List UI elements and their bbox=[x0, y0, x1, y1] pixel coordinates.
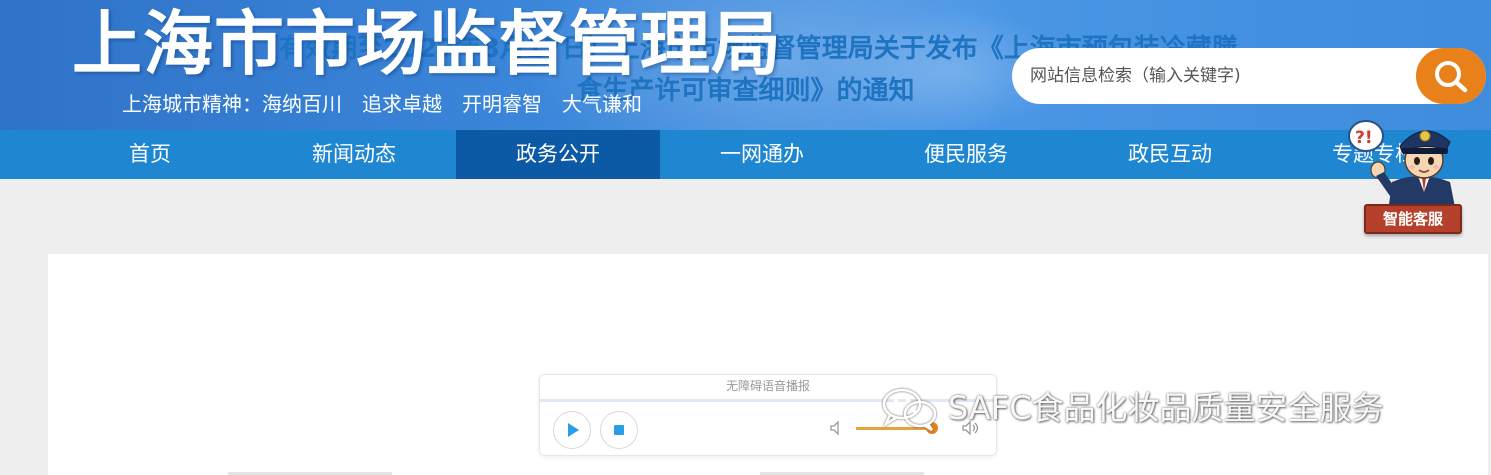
stop-button[interactable] bbox=[600, 411, 638, 449]
stop-icon bbox=[614, 425, 624, 435]
search-box bbox=[1012, 48, 1486, 104]
svg-text:?!: ?! bbox=[1355, 128, 1373, 148]
nav-item-government-affairs[interactable]: 政务公开 bbox=[456, 130, 660, 179]
nav-item-interaction[interactable]: 政民互动 bbox=[1068, 130, 1272, 179]
watermark-text: SAFC食品化妆品质量安全服务 bbox=[948, 389, 1384, 427]
search-icon bbox=[1435, 61, 1468, 93]
customer-service-officer-icon: ?! bbox=[1348, 120, 1456, 212]
play-icon bbox=[568, 423, 579, 437]
search-input[interactable] bbox=[1030, 56, 1410, 96]
main-nav: 首页 新闻动态 政务公开 一网通办 便民服务 政民互动 专题专栏 bbox=[0, 130, 1491, 179]
chatbot-label[interactable]: 智能客服 bbox=[1364, 204, 1462, 234]
site-title[interactable]: 上海市市场监督管理局 bbox=[72, 4, 782, 84]
nav-item-news[interactable]: 新闻动态 bbox=[252, 130, 456, 179]
nav-item-online-services[interactable]: 一网通办 bbox=[660, 130, 864, 179]
volume-down-icon[interactable] bbox=[828, 419, 846, 437]
smart-service-chatbot[interactable]: ?! 智能客服 bbox=[1340, 112, 1472, 240]
nav-item-public-services[interactable]: 便民服务 bbox=[864, 130, 1068, 179]
city-spirit-slogan: 上海城市精神：海纳百川 追求卓越 开明睿智 大气谦和 bbox=[122, 92, 642, 116]
search-button[interactable] bbox=[1416, 48, 1486, 104]
nav-item-home[interactable]: 首页 bbox=[48, 130, 252, 179]
play-button[interactable] bbox=[553, 411, 591, 449]
wechat-icon bbox=[882, 388, 937, 432]
